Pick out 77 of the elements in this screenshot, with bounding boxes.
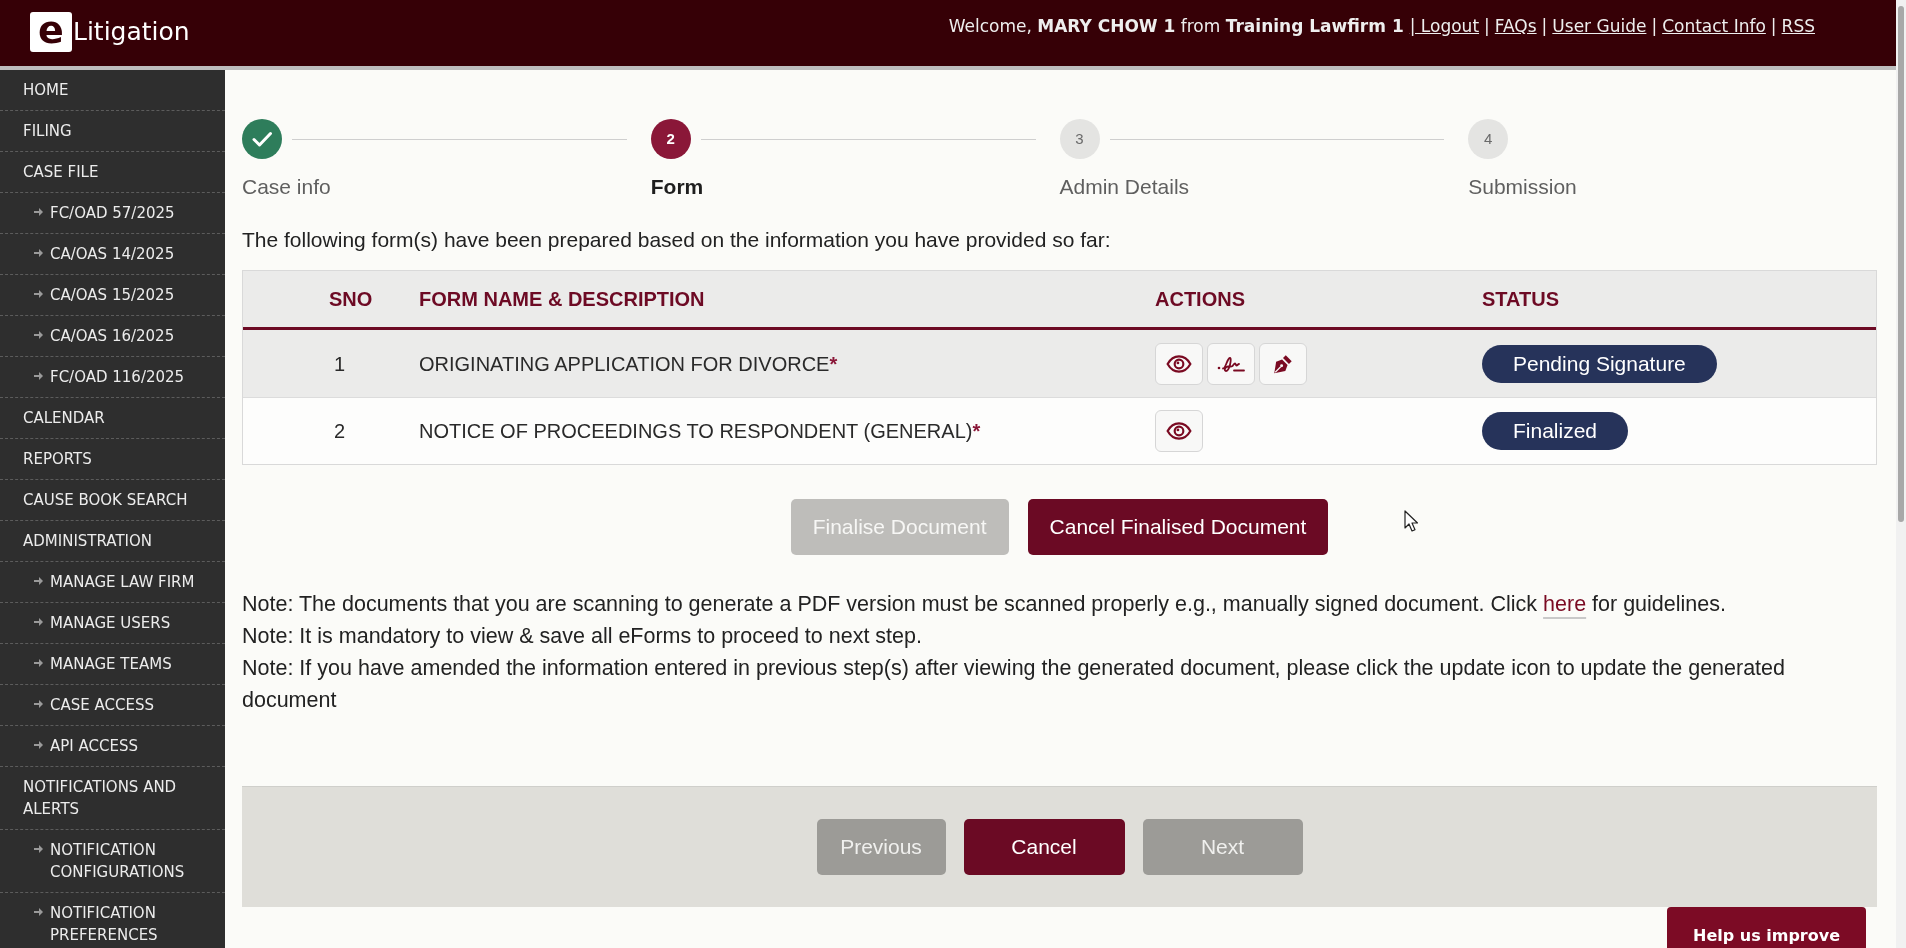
logo-text: Litigation — [73, 17, 190, 47]
sidebar-item[interactable]: ADMINISTRATION — [0, 521, 225, 562]
required-mark: * — [829, 351, 838, 377]
status-badge: Pending Signature — [1482, 344, 1717, 383]
note-text: Note: It is mandatory to view & save all eForms to proceed to next step. — [242, 623, 923, 650]
pen-button[interactable] — [1259, 342, 1307, 385]
sidebar-item[interactable]: CASE FILE — [0, 152, 225, 193]
required-mark: * — [972, 419, 981, 444]
link-separator: | — [1651, 15, 1658, 37]
row-number: 2 — [334, 419, 346, 444]
arrow-icon — [34, 618, 43, 626]
arrow-icon — [34, 290, 43, 298]
column-header: SNO — [329, 287, 373, 312]
sidebar-item[interactable]: NOTIFICATIONS AND ALERTS — [0, 767, 225, 830]
welcome-text: Welcome, MARY CHOW 1 from Training Lawfirm 1 — [948, 15, 1404, 37]
sidebar-item[interactable]: REPORTS — [0, 439, 225, 480]
header-link[interactable]: | Logout — [1409, 15, 1480, 37]
arrow-icon — [34, 659, 43, 667]
guidelines-link[interactable]: here — [1543, 592, 1587, 616]
sidebar-subitem[interactable]: API ACCESS — [0, 726, 225, 767]
arrow-icon — [34, 741, 43, 749]
arrow-icon — [34, 700, 43, 708]
note-text: Note: The documents that you are scanning to generate a PDF version must be scanned properly e.g., manually signed document. Click here for guidelines. — [242, 591, 1727, 618]
sidebar-subitem[interactable]: CA/OAS 15/2025 — [0, 275, 225, 316]
sidebar-subitem[interactable]: MANAGE USERS — [0, 603, 225, 644]
sidebar-item[interactable]: HOME — [0, 70, 225, 111]
link-separator: | — [1541, 15, 1548, 37]
row-number: 1 — [334, 351, 346, 377]
sidebar-item[interactable]: CALENDAR — [0, 398, 225, 439]
arrow-icon — [34, 908, 43, 916]
sidebar-subitem[interactable]: CA/OAS 16/2025 — [0, 316, 225, 357]
view-button[interactable] — [1155, 342, 1203, 385]
step-label: Submission — [1468, 175, 1577, 199]
arrow-icon — [34, 208, 43, 216]
arrow-icon — [34, 845, 43, 853]
sidebar-item[interactable]: FILING — [0, 111, 225, 152]
sidebar-item[interactable]: CAUSE BOOK SEARCH — [0, 480, 225, 521]
logo-mark: e — [30, 12, 72, 52]
signature-button[interactable] — [1207, 342, 1255, 385]
arrow-icon — [34, 249, 43, 257]
sidebar-subitem[interactable]: CA/OAS 14/2025 — [0, 234, 225, 275]
sidebar-subitem[interactable]: NOTIFICATION PREFERENCES — [0, 893, 225, 948]
link-separator: | — [1484, 15, 1490, 37]
form-name: ORIGINATING APPLICATION FOR DIVORCE — [419, 351, 830, 377]
sidebar-subitem[interactable]: MANAGE TEAMS — [0, 644, 225, 685]
intro-text: The following form(s) have been prepared based on the information you have provided so far: — [242, 227, 1112, 253]
sidebar-subitem[interactable]: FC/OAD 57/2025 — [0, 193, 225, 234]
column-header: ACTIONS — [1155, 287, 1245, 312]
step-label: Form — [650, 175, 704, 199]
step-number: 2 — [650, 119, 691, 159]
arrow-icon — [34, 577, 43, 585]
header-link[interactable]: User Guide — [1552, 15, 1647, 37]
sidebar-subitem[interactable]: FC/OAD 116/2025 — [0, 357, 225, 398]
arrow-icon — [34, 331, 43, 339]
step-number: 3 — [1059, 119, 1100, 159]
scrollbar-thumb[interactable] — [1898, 6, 1904, 522]
sidebar-subitem[interactable]: CASE ACCESS — [0, 685, 225, 726]
mouse-cursor-icon — [1404, 510, 1418, 532]
status-badge: Finalized — [1482, 412, 1629, 450]
header-link[interactable]: Contact Info — [1662, 15, 1766, 37]
link-separator: | — [1770, 15, 1777, 37]
arrow-icon — [34, 372, 43, 380]
step-label: Case info — [242, 175, 331, 199]
column-header: STATUS — [1482, 287, 1560, 312]
note-text: Note: If you have amended the information entered in previous step(s) after viewing the generated document, please click the update icon to update the generated document — [242, 655, 1786, 714]
column-header: FORM NAME & DESCRIPTION — [419, 287, 705, 312]
header-link[interactable]: FAQs — [1494, 15, 1537, 37]
header-link[interactable]: RSS — [1781, 15, 1815, 37]
sidebar-subitem[interactable]: NOTIFICATION CONFIGURATIONS — [0, 830, 225, 893]
view-button[interactable] — [1155, 410, 1203, 452]
sidebar-subitem[interactable]: MANAGE LAW FIRM — [0, 562, 225, 603]
form-name: NOTICE OF PROCEEDINGS TO RESPONDENT (GENERAL) — [419, 419, 973, 444]
cancel-finalised-button[interactable]: Cancel Finalised Document — [1027, 499, 1329, 555]
step-label: Admin Details — [1059, 175, 1190, 199]
cancel-button[interactable]: Cancel — [963, 819, 1125, 875]
step-number: 4 — [1468, 119, 1509, 159]
feedback-button[interactable]: Help us improve — [1667, 907, 1866, 948]
